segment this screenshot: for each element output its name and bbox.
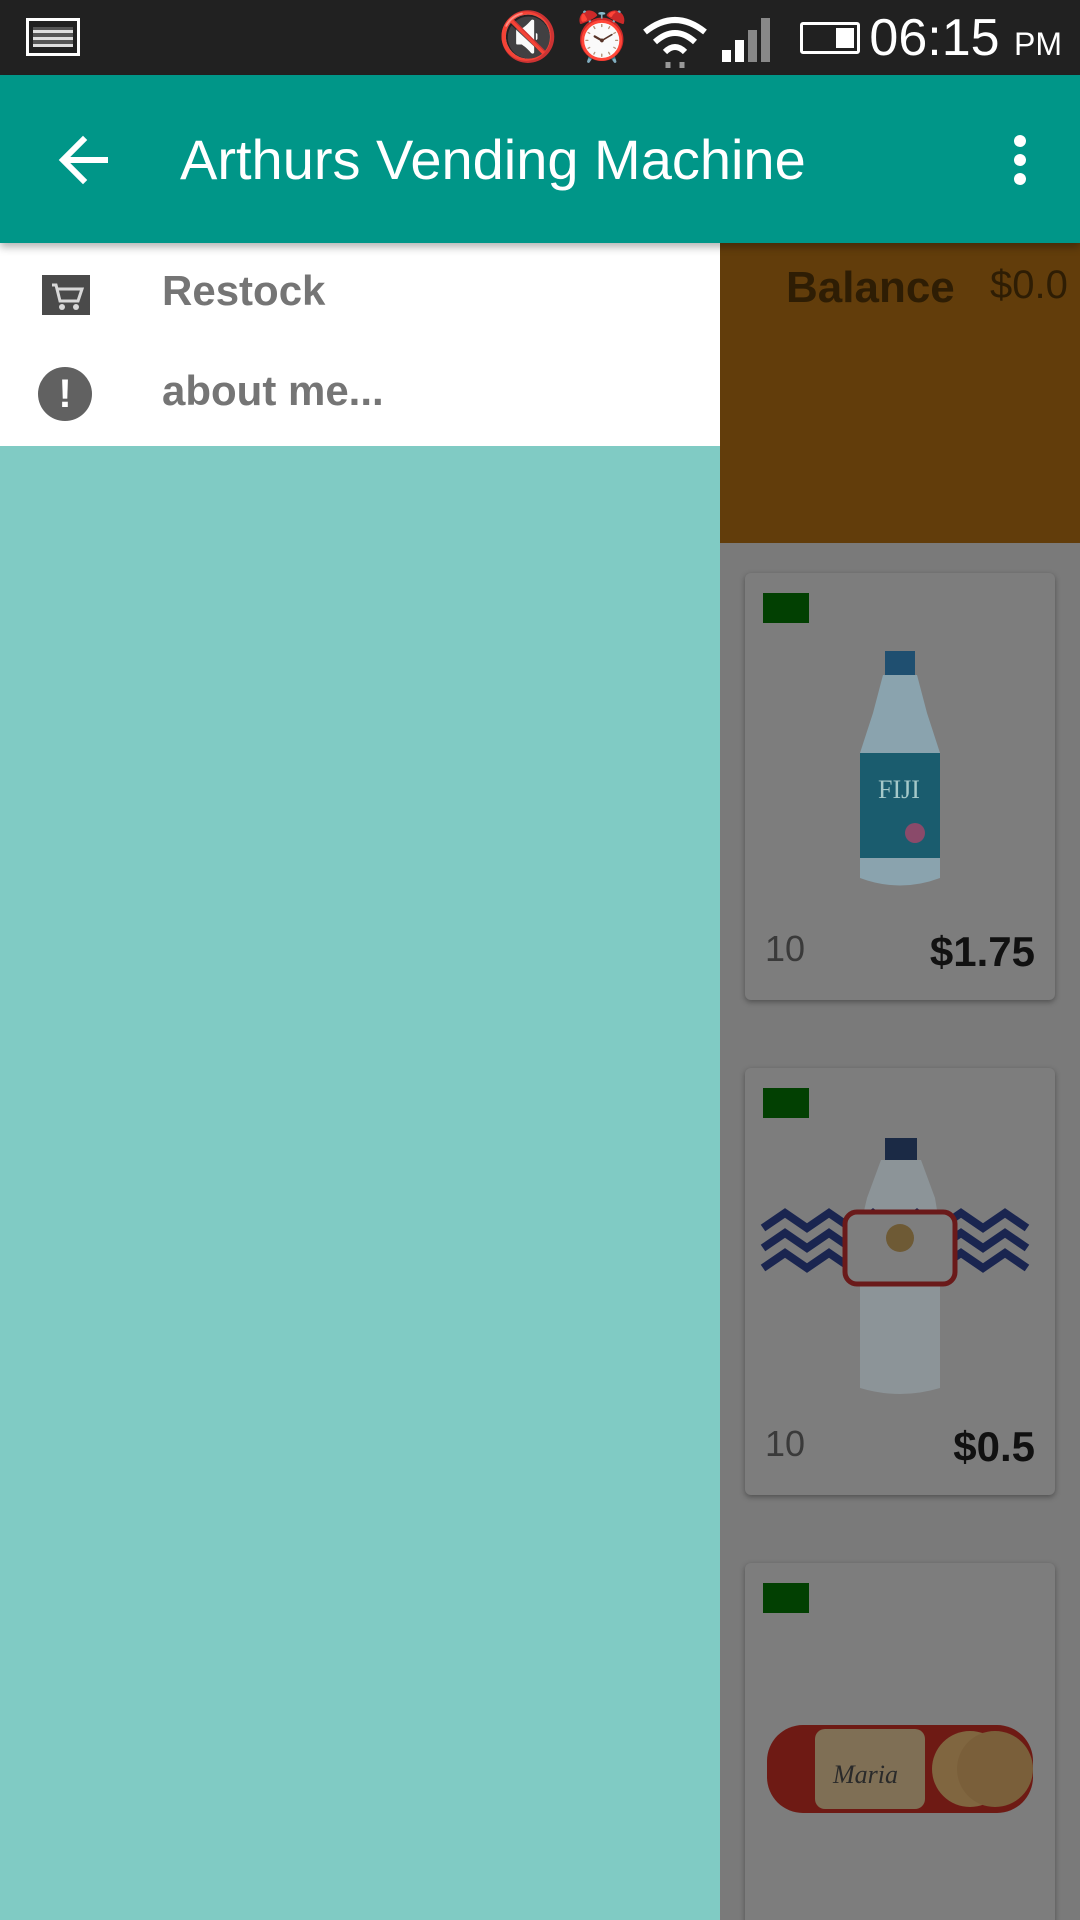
mute-icon: 🔇 xyxy=(498,11,558,64)
back-button[interactable] xyxy=(50,125,120,195)
more-vert-icon xyxy=(1014,135,1026,147)
status-bar: 🔇 ⏰ 06:15 PM xyxy=(0,0,1080,75)
balance-value: $0.0 xyxy=(990,263,1068,307)
balance-label: Balance xyxy=(786,263,955,312)
product-quantity: 10 xyxy=(765,1423,806,1464)
status-badge xyxy=(763,1088,809,1118)
arrow-left-icon xyxy=(58,135,108,185)
drawer-menu: Restock ! about me... xyxy=(0,243,720,446)
wifi-icon xyxy=(643,17,707,68)
overflow-menu-button[interactable] xyxy=(990,125,1050,195)
drawer-item-restock[interactable]: Restock xyxy=(0,243,720,343)
svg-text:FIJI: FIJI xyxy=(878,775,920,804)
drawer-item-label: Restock xyxy=(162,267,326,314)
product-price: $1.75 xyxy=(929,928,1035,975)
product-quantity: 10 xyxy=(765,928,806,969)
main-content: Balance $0.0 FIJI 10 $1.75 10 $0.5 Maria xyxy=(720,243,1080,1920)
fiji-water-bottle-image: FIJI xyxy=(860,651,940,886)
gallery-icon xyxy=(26,18,80,56)
maria-cookies-pack-image: Maria xyxy=(767,1725,1033,1813)
svg-text:Maria: Maria xyxy=(832,1760,898,1789)
alarm-icon: ⏰ xyxy=(572,11,632,64)
product-card[interactable]: FIJI 10 $1.75 xyxy=(745,573,1055,1000)
cart-icon xyxy=(42,275,90,315)
drawer-item-label: about me... xyxy=(162,367,384,414)
chevron-label-water-bottle-image xyxy=(760,1138,1030,1394)
product-card[interactable]: 10 $0.5 xyxy=(745,1068,1055,1495)
info-icon: ! xyxy=(38,367,92,421)
status-badge xyxy=(763,1583,809,1613)
balance-panel: Balance $0.0 xyxy=(720,243,1080,543)
signal-icon xyxy=(720,16,780,62)
app-toolbar: Arthurs Vending Machine xyxy=(0,75,1080,243)
status-time: 06:15 PM xyxy=(869,9,1062,67)
page-title: Arthurs Vending Machine xyxy=(180,128,806,191)
status-badge xyxy=(763,593,809,623)
product-price: $0.5 xyxy=(953,1423,1035,1470)
navigation-drawer: Restock ! about me... xyxy=(0,243,720,1920)
product-card[interactable]: Maria xyxy=(745,1563,1055,1920)
drawer-item-about[interactable]: ! about me... xyxy=(0,343,720,443)
battery-icon xyxy=(800,22,860,54)
